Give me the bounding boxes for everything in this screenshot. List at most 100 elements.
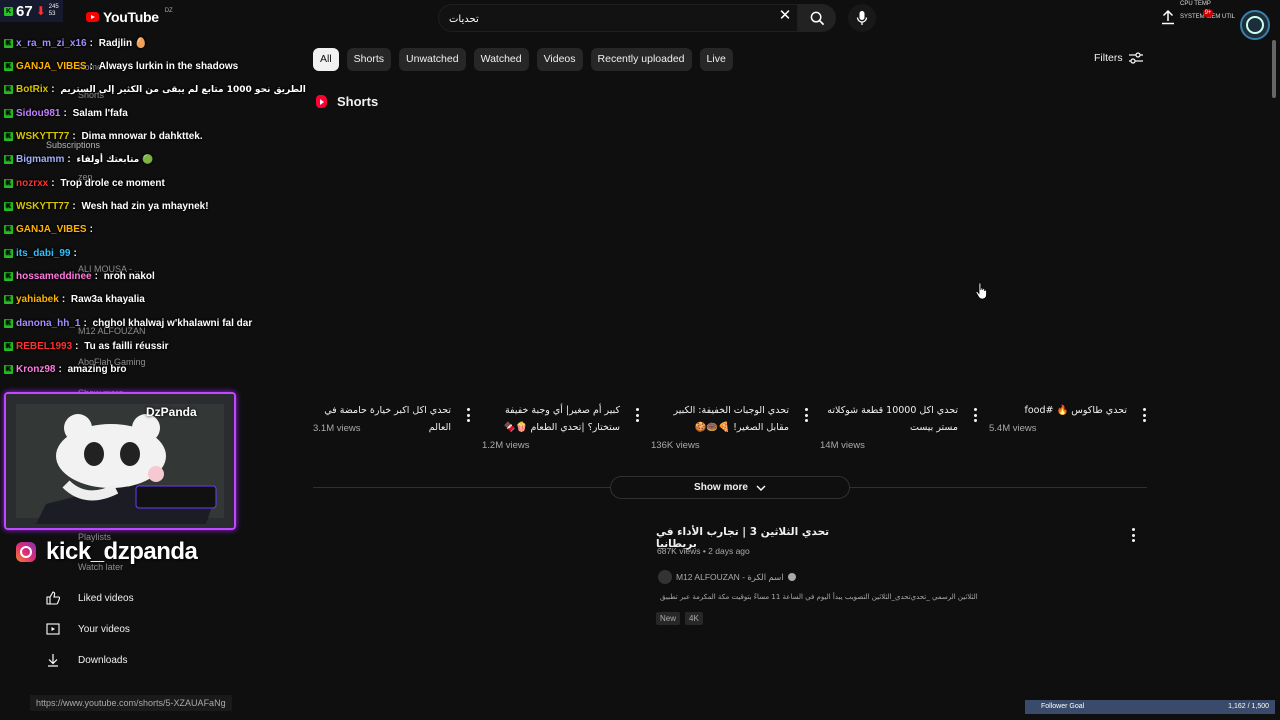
- chip-watched[interactable]: Watched: [473, 48, 529, 71]
- short-card[interactable]: تحدي طاكوس 🔥 #food 5.4M views: [989, 402, 1147, 462]
- kick-badge-icon: K: [4, 62, 13, 71]
- instagram-icon: [16, 542, 36, 562]
- cpu-temp-readout: CPU TEMP: [1180, 1, 1211, 7]
- shorts-heading: Shorts: [337, 94, 379, 109]
- sidebar-item-label: Downloads: [78, 654, 128, 666]
- shorts-logo-icon: [316, 95, 327, 108]
- kick-badge-icon: K: [4, 365, 13, 374]
- sliders-icon: [1128, 52, 1143, 64]
- short-card[interactable]: تحدي اكل 10000 قطعة شوكلاته مستر بيست 14…: [820, 402, 978, 462]
- video-icon: [45, 621, 61, 637]
- sidebar-item-label: Liked videos: [78, 592, 134, 604]
- chat-text: Radjlin 🥚: [98, 38, 148, 49]
- short-card[interactable]: تحدي اكل اكبر خيارة حامضة في العالم 3.1M…: [313, 402, 471, 462]
- chip-live[interactable]: Live: [699, 48, 733, 71]
- chat-user: danona_hh_1: [16, 318, 81, 329]
- short-title[interactable]: تحدي الوجبات الخفيفة: الكبير مقابل الصغي…: [651, 402, 789, 436]
- chat-message: Kx_ra_m_zi_x16: Radjlin 🥚: [4, 38, 148, 49]
- shorts-shelf-header: Shorts: [316, 94, 378, 109]
- chat-message: K Sidou981: Salam l'fafa: [4, 108, 128, 119]
- panda-avatar-image: [6, 394, 234, 528]
- chip-videos[interactable]: Videos: [536, 48, 583, 71]
- download-icon: [45, 652, 61, 668]
- chat-message: K Bigmamm: متابعتك أولفاء 🟢: [4, 154, 154, 165]
- chat-text: Raw3a khayalia: [70, 294, 145, 305]
- chat-text: Dima mnowar b dahkttek.: [81, 131, 203, 142]
- chat-message: K REBEL1993: Tu as failli réussir: [4, 341, 169, 352]
- chat-message: K WSKYTT77: Dima mnowar b dahkttek.: [4, 131, 203, 142]
- short-title[interactable]: كبير أم صغير| أي وجبة خفيفة ستختار؟ |تحد…: [482, 402, 620, 436]
- more-options-icon[interactable]: [465, 408, 471, 422]
- thumbs-up-icon: [45, 590, 61, 606]
- short-title[interactable]: تحدي طاكوس 🔥 #food: [989, 402, 1127, 419]
- chat-text: Trop drole ce moment: [60, 178, 165, 189]
- search-button[interactable]: [798, 4, 836, 32]
- short-title[interactable]: تحدي اكل 10000 قطعة شوكلاته مستر بيست: [820, 402, 958, 436]
- kick-badge-icon: K: [4, 202, 13, 211]
- chat-text: nroh nakol: [103, 271, 155, 282]
- more-options-icon[interactable]: [1141, 408, 1147, 422]
- stream-chat-overlay: Kx_ra_m_zi_x16: Radjlin 🥚 K GANJA_VIBES: …: [0, 0, 306, 390]
- account-avatar[interactable]: [1240, 10, 1270, 40]
- kick-badge-icon: K: [4, 132, 13, 141]
- more-options-icon[interactable]: [803, 408, 809, 422]
- video-description: الثلاثين الرسمي _تحدي‌تحدي_الثلاثين التص…: [660, 593, 978, 601]
- more-options-icon[interactable]: [634, 408, 640, 422]
- sidebar-item-liked-videos[interactable]: Liked videos: [45, 590, 134, 606]
- upload-icon[interactable]: [1160, 9, 1176, 25]
- chat-user: Bigmamm: [16, 154, 65, 165]
- short-views: 3.1M views: [313, 423, 361, 434]
- chat-text: Tu as failli réussir: [84, 341, 169, 352]
- chat-message: Khossameddinee: nroh nakol: [4, 271, 155, 282]
- chip-shorts[interactable]: Shorts: [346, 48, 392, 71]
- microphone-icon: [856, 11, 868, 25]
- channel-name[interactable]: M12 ALFOUZAN - اسم الكرة: [676, 572, 784, 583]
- chip-recently-uploaded[interactable]: Recently uploaded: [590, 48, 692, 71]
- kick-badge-icon: K: [4, 342, 13, 351]
- chat-user: GANJA_VIBES: [16, 61, 87, 72]
- more-options-icon[interactable]: [972, 408, 978, 422]
- channel-avatar[interactable]: [658, 570, 672, 584]
- chat-user: Kronz98: [16, 364, 56, 375]
- chat-user: hossameddinee: [16, 271, 92, 282]
- chat-user: Sidou981: [16, 108, 61, 119]
- chat-message: Kdanona_hh_1: chghol khalwaj w'khalawni …: [4, 318, 253, 329]
- kick-badge-icon: K: [4, 109, 13, 118]
- kick-badge-icon: K: [4, 249, 13, 258]
- search-icon: [810, 11, 824, 25]
- video-channel[interactable]: M12 ALFOUZAN - اسم الكرة: [658, 570, 796, 584]
- kick-badge-icon: K: [4, 225, 13, 234]
- voice-search-button[interactable]: [848, 4, 876, 32]
- badge-new: New: [656, 612, 681, 625]
- chat-user: nozrxx: [16, 178, 49, 189]
- chat-text: Wesh had zin ya mhaynek!: [81, 201, 209, 212]
- sidebar-item-downloads[interactable]: Downloads: [45, 652, 127, 668]
- sidebar-item-label: Your videos: [78, 623, 130, 635]
- hand-cursor-icon: [975, 282, 987, 300]
- more-options-icon[interactable]: [1130, 528, 1136, 542]
- short-card[interactable]: كبير أم صغير| أي وجبة خفيفة ستختار؟ |تحد…: [482, 402, 640, 462]
- clear-search-icon[interactable]: ✕: [778, 8, 792, 23]
- chat-message: Kits_dabi_99:: [4, 248, 80, 259]
- chat-user: x_ra_m_zi_x16: [16, 38, 87, 49]
- chip-all[interactable]: All: [313, 48, 339, 71]
- follower-goal-label: Follower Goal: [1041, 703, 1085, 710]
- show-more-label: Show more: [694, 482, 748, 493]
- chat-user: GANJA_VIBES: [16, 224, 87, 235]
- chat-message: Kyahiabek: Raw3a khayalia: [4, 294, 145, 305]
- search-input[interactable]: [449, 11, 749, 27]
- show-more-button[interactable]: Show more: [610, 476, 850, 499]
- sidebar-item-your-videos[interactable]: Your videos: [45, 621, 130, 637]
- verified-icon: [787, 573, 796, 581]
- short-views: 136K views: [651, 440, 700, 451]
- short-views: 1.2M views: [482, 440, 530, 451]
- kick-badge-icon: K: [4, 295, 13, 304]
- video-badges: New 4K: [656, 612, 703, 625]
- short-card[interactable]: تحدي الوجبات الخفيفة: الكبير مقابل الصغي…: [651, 402, 809, 462]
- filters-button[interactable]: Filters: [1094, 52, 1143, 64]
- kick-badge-icon: K: [4, 179, 13, 188]
- kick-badge-icon: K: [4, 319, 13, 328]
- chip-unwatched[interactable]: Unwatched: [399, 48, 466, 71]
- chat-message: K Kronz98: amazing bro: [4, 364, 127, 375]
- scrollbar-thumb[interactable]: [1272, 40, 1276, 98]
